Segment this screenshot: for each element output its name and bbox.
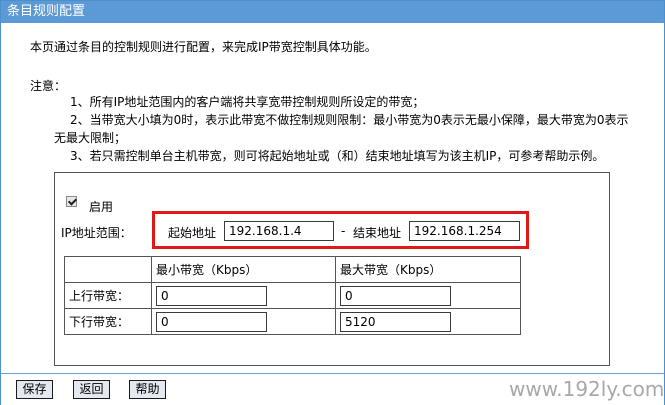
table-row: 下行带宽： [64,308,521,335]
notes-heading: 注意： [30,79,67,93]
bandwidth-table: 最小带宽（Kbps） 最大带宽（Kbps） 上行带宽： 下行带宽： [64,256,521,335]
watermark: www.192ly.com [509,377,665,401]
end-address-input[interactable] [409,221,520,241]
note-3: 3、若只需控制单台主机带宽，则可将起始地址或（和）结束地址填写为该主机IP，可参… [70,149,605,163]
range-dash: - [341,224,346,238]
start-address-label: 起始地址 [168,226,217,240]
enable-checkbox[interactable] [66,196,77,207]
enable-label: 启用 [89,200,114,214]
download-min-input[interactable] [156,312,267,332]
note-2: 2、当带宽大小填为0时，表示此带宽不做控制规则限制：最小带宽为0表示无最小保障，… [70,113,629,127]
max-bandwidth-header: 最大带宽（Kbps） [335,256,521,283]
save-button[interactable]: 保存 [16,380,53,399]
min-bandwidth-header: 最小带宽（Kbps） [151,256,336,283]
upload-max-input[interactable] [340,286,451,306]
help-button[interactable]: 帮助 [129,380,166,399]
intro-text: 本页通过条目的控制规则进行配置，来完成IP带宽控制具体功能。 [30,40,377,54]
table-corner-cell [64,256,152,283]
download-max-input[interactable] [340,312,451,332]
table-header-row: 最小带宽（Kbps） 最大带宽（Kbps） [64,256,521,283]
end-address-label: 结束地址 [353,226,402,240]
ip-range-label: IP地址范围： [61,226,132,240]
download-bandwidth-label: 下行带宽： [64,308,152,335]
table-row: 上行带宽： [64,282,521,309]
note-1: 1、所有IP地址范围内的客户端将共享宽带控制规则所设定的带宽； [70,95,425,109]
start-address-input[interactable] [224,221,334,241]
back-button[interactable]: 返回 [73,380,110,399]
upload-bandwidth-label: 上行带宽： [64,282,152,309]
upload-min-input[interactable] [156,286,267,306]
page-title: 条目规则配置 [1,1,664,23]
note-2-continued: 无最大限制； [54,131,127,145]
